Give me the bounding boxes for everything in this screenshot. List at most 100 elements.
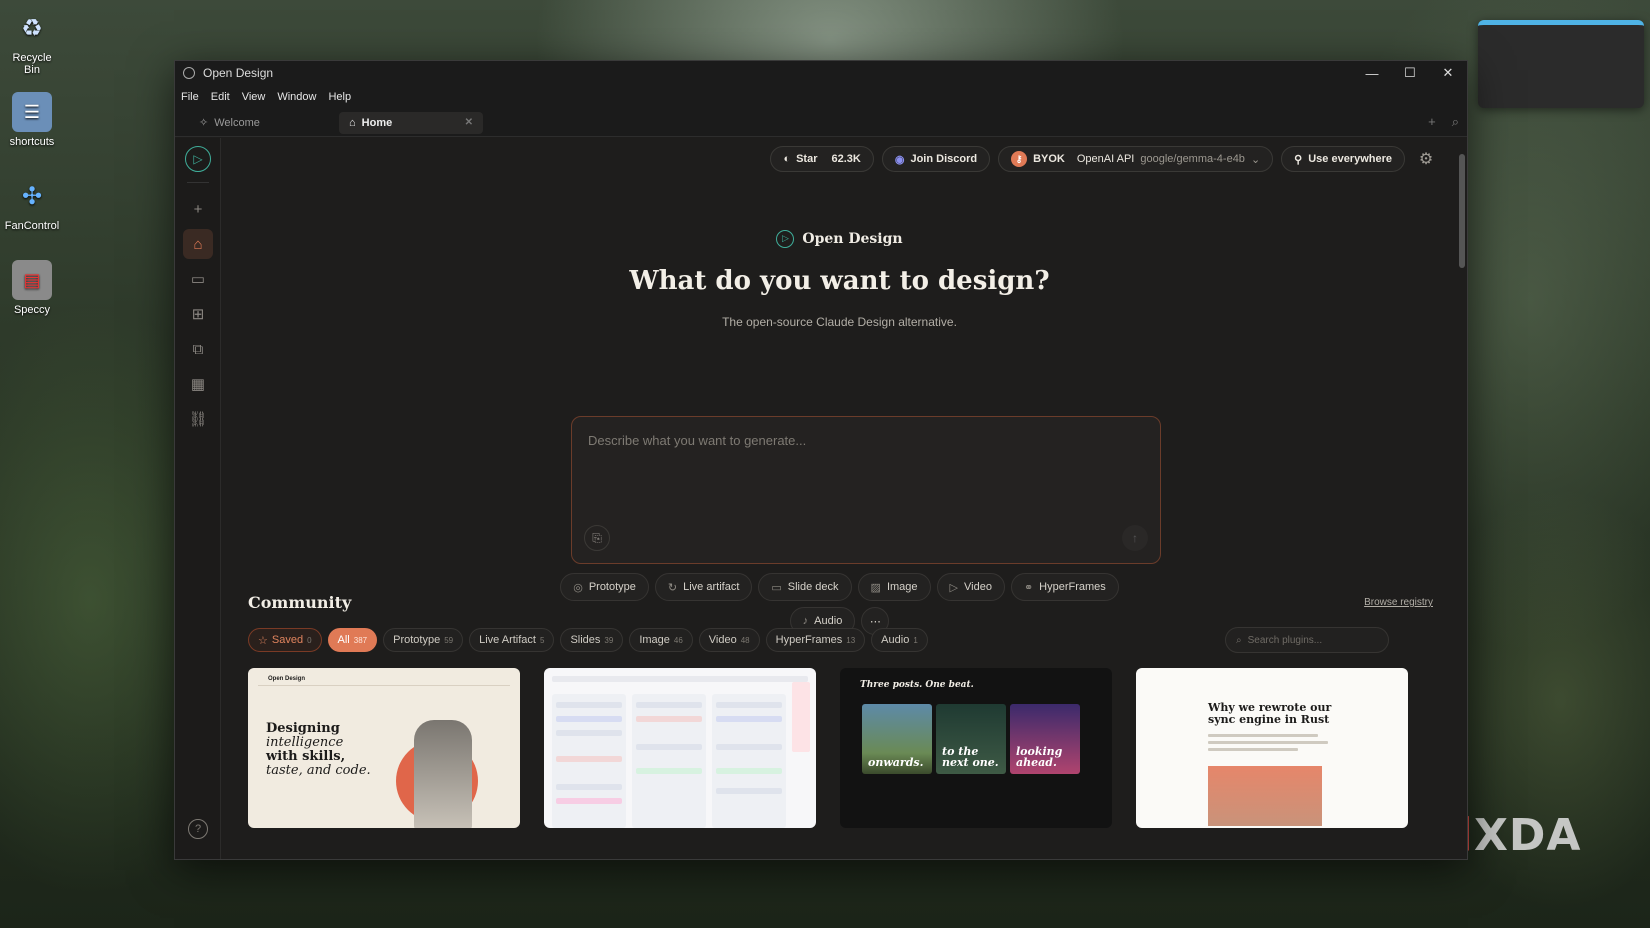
type-prototype[interactable]: ◎ Prototype	[560, 573, 649, 601]
filter-slides[interactable]: Slides 39	[560, 628, 624, 652]
card-toolbar	[552, 676, 808, 682]
type-hyperframes[interactable]: ⚭ HyperFrames	[1010, 573, 1119, 601]
folder-icon: ☰	[12, 92, 52, 132]
type-video[interactable]: ▷ Video	[936, 573, 1005, 601]
use-everywhere-button[interactable]: ⚲ Use everywhere	[1281, 146, 1405, 172]
maximize-icon[interactable]: ☐	[1391, 61, 1429, 85]
star-count: 62.3K	[831, 153, 861, 165]
hero-brand: ▷ Open Design	[222, 230, 1457, 248]
filter-label: Video	[708, 634, 737, 646]
card-nav: Open Design	[258, 676, 510, 686]
filter-video[interactable]: Video 48	[698, 628, 760, 652]
menu-edit[interactable]: Edit	[211, 91, 230, 103]
filter-label: Slides	[570, 634, 601, 646]
send-icon[interactable]: ↑	[1122, 525, 1148, 551]
minimize-icon[interactable]: —	[1353, 61, 1391, 85]
filter-all[interactable]: All 387	[327, 628, 378, 652]
map-nav-icon[interactable]: ⊞	[183, 299, 213, 329]
type-live-artifact[interactable]: ↻ Live artifact	[654, 573, 753, 601]
byok-label: BYOK	[1033, 153, 1065, 165]
prompt-input[interactable]	[588, 433, 1144, 503]
filter-prototype[interactable]: Prototype 59	[383, 628, 464, 652]
background-window-thumbnail[interactable]	[1478, 20, 1644, 108]
model-name: google/gemma-4-e4b	[1140, 153, 1245, 165]
image-icon: ▨	[870, 581, 881, 594]
prototype-icon: ◎	[573, 581, 583, 594]
desktop-icon-recycle-bin[interactable]: ♻ Recycle Bin	[4, 8, 60, 77]
recycle-bin-icon: ♻	[21, 14, 43, 42]
type-label: Audio	[814, 615, 843, 627]
chevron-down-icon: ⌄	[1250, 153, 1261, 166]
sparkle-icon: ✧	[199, 117, 209, 129]
filter-label: Live Artifact	[479, 634, 536, 646]
filter-label: All	[337, 634, 350, 646]
new-project-icon[interactable]: +	[183, 194, 213, 224]
scrollbar[interactable]	[1459, 138, 1465, 859]
page-subtitle: The open-source Claude Design alternativ…	[722, 315, 957, 329]
filter-count: 13	[846, 635, 856, 645]
type-image[interactable]: ▨ Image	[857, 573, 931, 601]
plugins-nav-icon[interactable]: ⧉	[183, 334, 213, 364]
kanban-column	[552, 694, 626, 828]
tab-welcome[interactable]: ✧ Welcome	[189, 112, 329, 134]
link-nav-icon[interactable]: ⛓	[183, 404, 213, 434]
join-discord-button[interactable]: ◉ Join Discord	[881, 146, 991, 172]
grid-nav-icon[interactable]: ▦	[183, 369, 213, 399]
card-text-line	[1208, 748, 1298, 751]
community-card[interactable]: Open Design Designing intelligence with …	[248, 668, 520, 828]
attach-icon[interactable]: ⎘	[584, 525, 610, 551]
sidebar: ▷ + ⌂ ▭ ⊞ ⧉ ▦ ⛓ ?	[175, 138, 221, 859]
filter-image[interactable]: Image 46	[629, 628, 693, 652]
model-selector[interactable]: ⚷ BYOK OpenAI API google/gemma-4-e4b ⌄	[998, 146, 1274, 172]
card-text-line	[1208, 734, 1318, 737]
app-logo-icon	[183, 67, 195, 79]
tab-home[interactable]: ⌂ Home ✕	[339, 111, 483, 134]
filter-count: 5	[539, 635, 545, 645]
open-design-logo-icon[interactable]: ▷	[185, 146, 211, 172]
menu-view[interactable]: View	[242, 91, 266, 103]
divider	[187, 182, 209, 183]
card-headline: Designing intelligence with skills, tast…	[266, 722, 371, 778]
community-card[interactable]	[544, 668, 816, 828]
top-toolbar: ◐ Star 62.3K ◉ Join Discord ⚷ BYOK OpenA…	[770, 146, 1439, 172]
filter-audio[interactable]: Audio 1	[871, 628, 928, 652]
desktop-icon-speccy[interactable]: ▤ Speccy	[4, 260, 60, 316]
filter-label: Image	[639, 634, 670, 646]
desktop-icon-shortcuts[interactable]: ☰ shortcuts	[4, 92, 60, 148]
folder-nav-icon[interactable]: ▭	[183, 264, 213, 294]
search-plugins-input[interactable]	[1247, 634, 1368, 646]
help-icon[interactable]: ?	[188, 819, 208, 839]
type-label: Image	[886, 581, 918, 593]
community-card[interactable]: Three posts. One beat. onwards. to the n…	[840, 668, 1112, 828]
browse-registry-link[interactable]: Browse registry	[1364, 597, 1433, 608]
menu-window[interactable]: Window	[277, 91, 316, 103]
filter-live-artifact[interactable]: Live Artifact 5	[469, 628, 555, 652]
desktop-icon-fancontrol[interactable]: ✣ FanControl	[4, 176, 60, 233]
card-image	[414, 720, 472, 828]
community-card[interactable]: Why we rewrote our sync engine in Rust	[1136, 668, 1408, 828]
type-label: Slide deck	[787, 581, 839, 593]
gear-icon[interactable]: ⚙	[1413, 146, 1439, 172]
menu-file[interactable]: File	[181, 91, 199, 103]
type-slide-deck[interactable]: ▭ Slide deck	[758, 573, 852, 601]
tab-close-icon[interactable]: ✕	[465, 117, 473, 128]
type-label: Video	[964, 581, 992, 593]
design-type-chips: ◎ Prototype ↻ Live artifact ▭ Slide deck ▨ I…	[222, 573, 1457, 601]
filter-saved[interactable]: ☆ Saved 0	[248, 628, 322, 652]
card-brand: Open Design	[268, 676, 306, 682]
scrollbar-thumb[interactable]	[1459, 154, 1465, 268]
github-star-button[interactable]: ◐ Star 62.3K	[770, 146, 874, 172]
menu-help[interactable]: Help	[328, 91, 351, 103]
github-icon: ◐	[783, 153, 791, 165]
home-nav-icon[interactable]: ⌂	[183, 229, 213, 259]
search-plugins-field[interactable]: ⌕	[1225, 627, 1389, 653]
search-icon[interactable]: ⌕	[1452, 114, 1459, 130]
filter-label: Audio	[881, 634, 910, 646]
card-headline-line: Designing	[266, 721, 340, 736]
fan-icon: ✣	[21, 182, 43, 210]
card-headline-line: taste, and code.	[266, 763, 371, 778]
new-tab-icon[interactable]: +	[1428, 114, 1436, 130]
title-bar[interactable]: Open Design — ☐ ✕	[175, 61, 1467, 85]
close-icon[interactable]: ✕	[1429, 61, 1467, 85]
filter-hyperframes[interactable]: HyperFrames 13	[765, 628, 866, 652]
